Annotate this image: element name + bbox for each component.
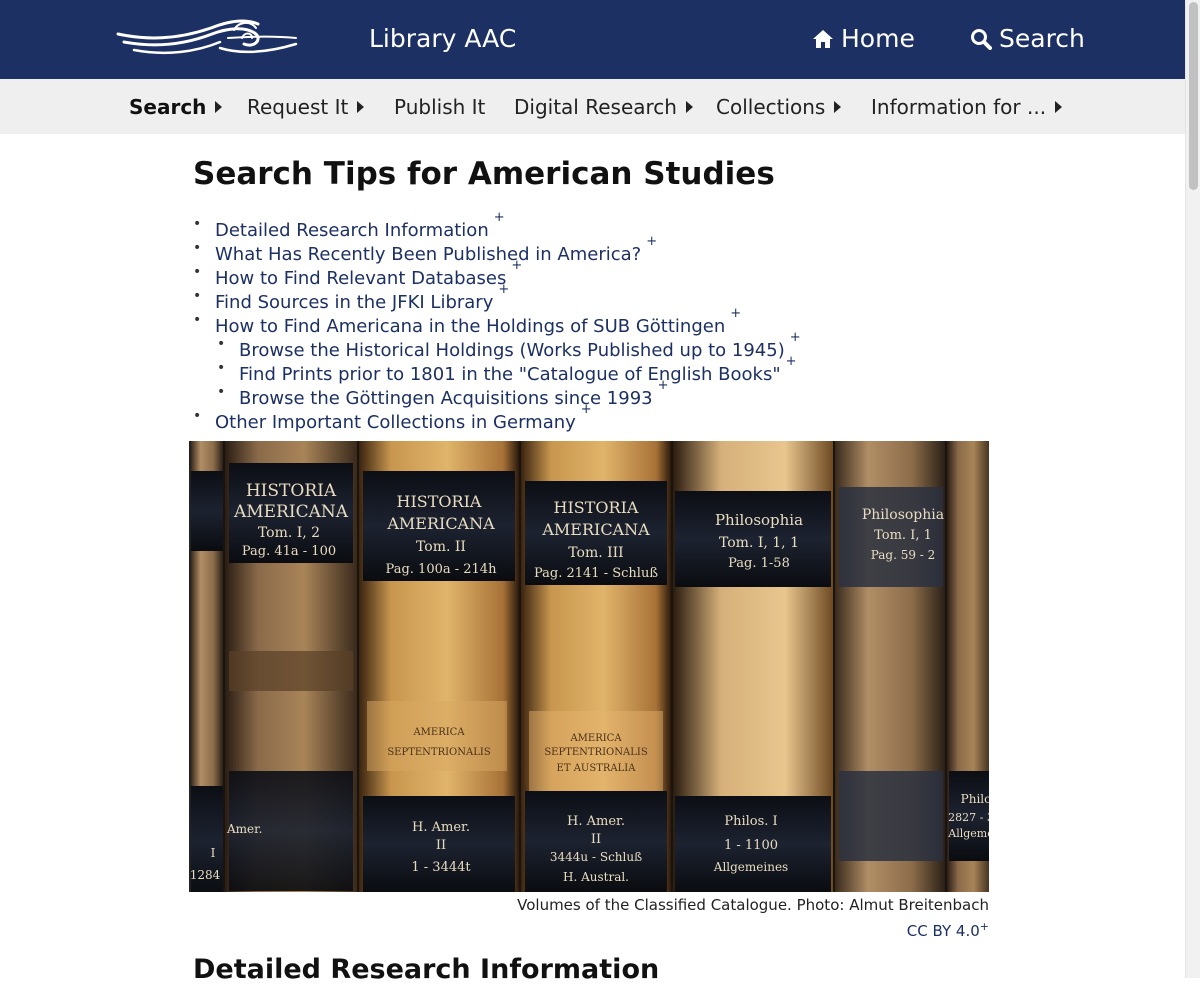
bullet-icon: • [193, 408, 202, 424]
caption-text: Volumes of the Classified Catalogue. Pho… [517, 896, 989, 914]
bullet-icon: • [193, 312, 202, 328]
nav-item-information-for[interactable]: Information for ... [871, 95, 1063, 119]
site-title-link[interactable]: Library AAC [369, 24, 516, 53]
nav-item-label: Collections [716, 95, 826, 119]
home-label: Home [841, 24, 915, 53]
site-header: Library AAC Home Search [0, 0, 1185, 79]
bullet-icon: • [217, 384, 226, 400]
plus-marker: + [498, 282, 510, 297]
plus-marker: + [646, 234, 658, 249]
spine-text: II [591, 832, 601, 847]
plus-marker: + [657, 378, 669, 393]
page-title: Search Tips for American Studies [193, 156, 775, 192]
spine-text: 2827 - 3 [948, 811, 989, 824]
book-spines-image: HISTORIA AMERICANA Tom. I, 2 Pag. 41a - … [191, 441, 989, 892]
wave-logo-icon[interactable] [116, 14, 298, 58]
spine-text: Tom. III [568, 545, 623, 561]
plus-marker: + [511, 258, 523, 273]
spine-text: Tom. I, 1, 1 [719, 535, 799, 551]
catalogue-volumes-photo: HISTORIA AMERICANA Tom. I, 2 Pag. 41a - … [189, 441, 989, 892]
spine-text: AMERICANA [233, 502, 349, 522]
magnifier-icon [971, 28, 992, 50]
nav-item-search[interactable]: Search [129, 95, 223, 119]
spine-text: Pag. 1-58 [728, 556, 790, 571]
plus-marker: + [789, 330, 801, 345]
figure-caption: Volumes of the Classified Catalogue. Pho… [500, 894, 989, 942]
house-icon [813, 29, 833, 48]
toc-link[interactable]: Other Important Collections in Germany + [215, 402, 592, 435]
spine-text: 1284 [191, 868, 221, 882]
spine-text: H. Amer. [567, 814, 625, 829]
nav-item-label: Search [129, 95, 207, 119]
spine-text: Philosophia [715, 511, 803, 529]
bullet-icon: • [193, 240, 202, 256]
section-heading: Detailed Research Information [193, 954, 660, 985]
main-navigation: Search Request It Publish It Digital Res… [0, 79, 1185, 134]
caret-right-icon [1055, 101, 1063, 113]
bullet-icon: • [193, 264, 202, 280]
spine-text: 1 - 3444t [411, 860, 471, 875]
nav-item-digital-research[interactable]: Digital Research [514, 95, 693, 119]
spine-text: 1 - 1100 [724, 838, 778, 853]
spine-text: II [436, 838, 446, 853]
toc-link-label: Other Important Collections in Germany [215, 412, 576, 433]
spine-text: AMERICANA [386, 514, 495, 533]
caret-right-icon [685, 101, 693, 113]
spine-text: Philosophia [862, 507, 944, 523]
spine-text: Philo [961, 792, 989, 806]
spine-text: 3444u - Schluß [550, 850, 642, 864]
spine-text: Philos. I [724, 814, 777, 829]
spine-text: AMERICA [569, 733, 622, 744]
spine-text: H. Austral. [563, 870, 629, 884]
spine-text: Tom. II [416, 539, 466, 555]
license-link[interactable]: CC BY 4.0+ [906, 920, 989, 940]
plus-marker: + [785, 354, 797, 369]
caret-right-icon [834, 101, 842, 113]
bullet-icon: • [217, 336, 226, 352]
nav-item-label: Publish It [394, 95, 486, 119]
nav-item-label: Digital Research [514, 95, 677, 119]
spine-text: Pag. 2141 - Schluß [534, 566, 658, 581]
spine-text: ET AUSTRALIA [557, 763, 637, 774]
plus-marker: + [979, 920, 989, 933]
vertical-scrollbar[interactable] [1185, 0, 1200, 978]
spine-text: Tom. I, 1 [874, 528, 932, 543]
spine-text: Pag. 59 - 2 [871, 548, 936, 562]
spine-text: SEPTENTRIONALIS [544, 747, 648, 758]
bullet-icon: • [193, 288, 202, 304]
plus-marker: + [730, 306, 742, 321]
bullet-icon: • [193, 216, 202, 232]
spine-text: HISTORIA [554, 498, 639, 517]
spine-text: Tom. I, 2 [258, 525, 320, 541]
spine-text: AMERICA [412, 727, 465, 738]
header-search-link[interactable]: Search [970, 24, 1085, 53]
bullet-icon: • [217, 360, 226, 376]
spine-text: AMERICANA [541, 520, 650, 539]
header-search-label: Search [999, 24, 1085, 53]
spine-text: SEPTENTRIONALIS [387, 747, 491, 758]
license-label: CC BY 4.0 [906, 922, 980, 940]
caret-right-icon [215, 101, 223, 113]
spine-text: HISTORIA [397, 492, 482, 511]
spine-text: Allgeme [947, 827, 989, 840]
plus-marker: + [580, 402, 592, 417]
spine-text: H. Amer. [412, 820, 470, 835]
spine-text: I [211, 846, 216, 860]
nav-item-request-it[interactable]: Request It [247, 95, 365, 119]
nav-item-publish-it[interactable]: Publish It [394, 95, 485, 119]
scrollbar-thumb[interactable] [1189, 2, 1198, 190]
plus-marker: + [493, 210, 505, 225]
nav-item-label: Information for ... [871, 95, 1047, 119]
spine-text: Amer. [226, 822, 262, 836]
caret-right-icon [357, 101, 365, 113]
home-link[interactable]: Home [812, 24, 915, 53]
spine-text: HISTORIA [246, 481, 337, 501]
spine-text: Allgemeines [713, 860, 788, 874]
spine-text: Pag. 100a - 214h [386, 562, 498, 577]
nav-item-label: Request It [247, 95, 349, 119]
spine-text: Pag. 41a - 100 [242, 544, 336, 559]
nav-item-collections[interactable]: Collections [716, 95, 842, 119]
